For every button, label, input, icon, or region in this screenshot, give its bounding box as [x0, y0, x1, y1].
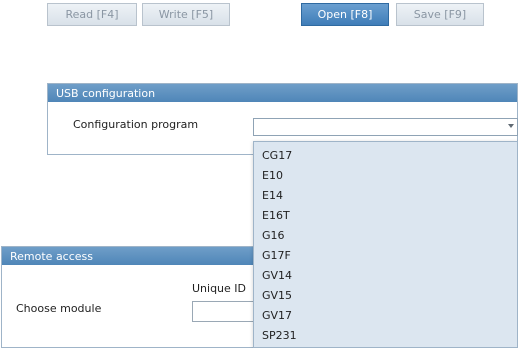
save-button[interactable]: Save [F9] — [396, 3, 484, 26]
configuration-program-dropdown-list[interactable]: CG17 E10 E14 E16T G16 G17F GV14 GV15 GV1… — [253, 141, 518, 348]
dropdown-option[interactable]: G17F — [254, 246, 517, 266]
configuration-program-label: Configuration program — [73, 118, 199, 131]
dropdown-option[interactable]: G16 — [254, 226, 517, 246]
dropdown-option[interactable]: CG17 — [254, 146, 517, 166]
unique-id-label: Unique ID — [192, 282, 247, 295]
open-button[interactable]: Open [F8] — [301, 3, 389, 26]
read-button[interactable]: Read [F4] — [47, 3, 137, 26]
usb-configuration-title: USB configuration — [48, 84, 517, 102]
choose-module-label: Choose module — [16, 302, 102, 315]
dropdown-option[interactable]: GV15 — [254, 286, 517, 306]
dropdown-option[interactable]: SP231 — [254, 326, 517, 346]
chevron-down-icon — [508, 124, 514, 128]
dropdown-option[interactable]: GV17 — [254, 306, 517, 326]
dropdown-option[interactable]: GV14 — [254, 266, 517, 286]
dropdown-option[interactable]: E10 — [254, 166, 517, 186]
dropdown-option[interactable]: E14 — [254, 186, 517, 206]
dropdown-option[interactable]: E16T — [254, 206, 517, 226]
write-button[interactable]: Write [F5] — [142, 3, 230, 26]
configuration-program-select[interactable] — [253, 118, 518, 136]
